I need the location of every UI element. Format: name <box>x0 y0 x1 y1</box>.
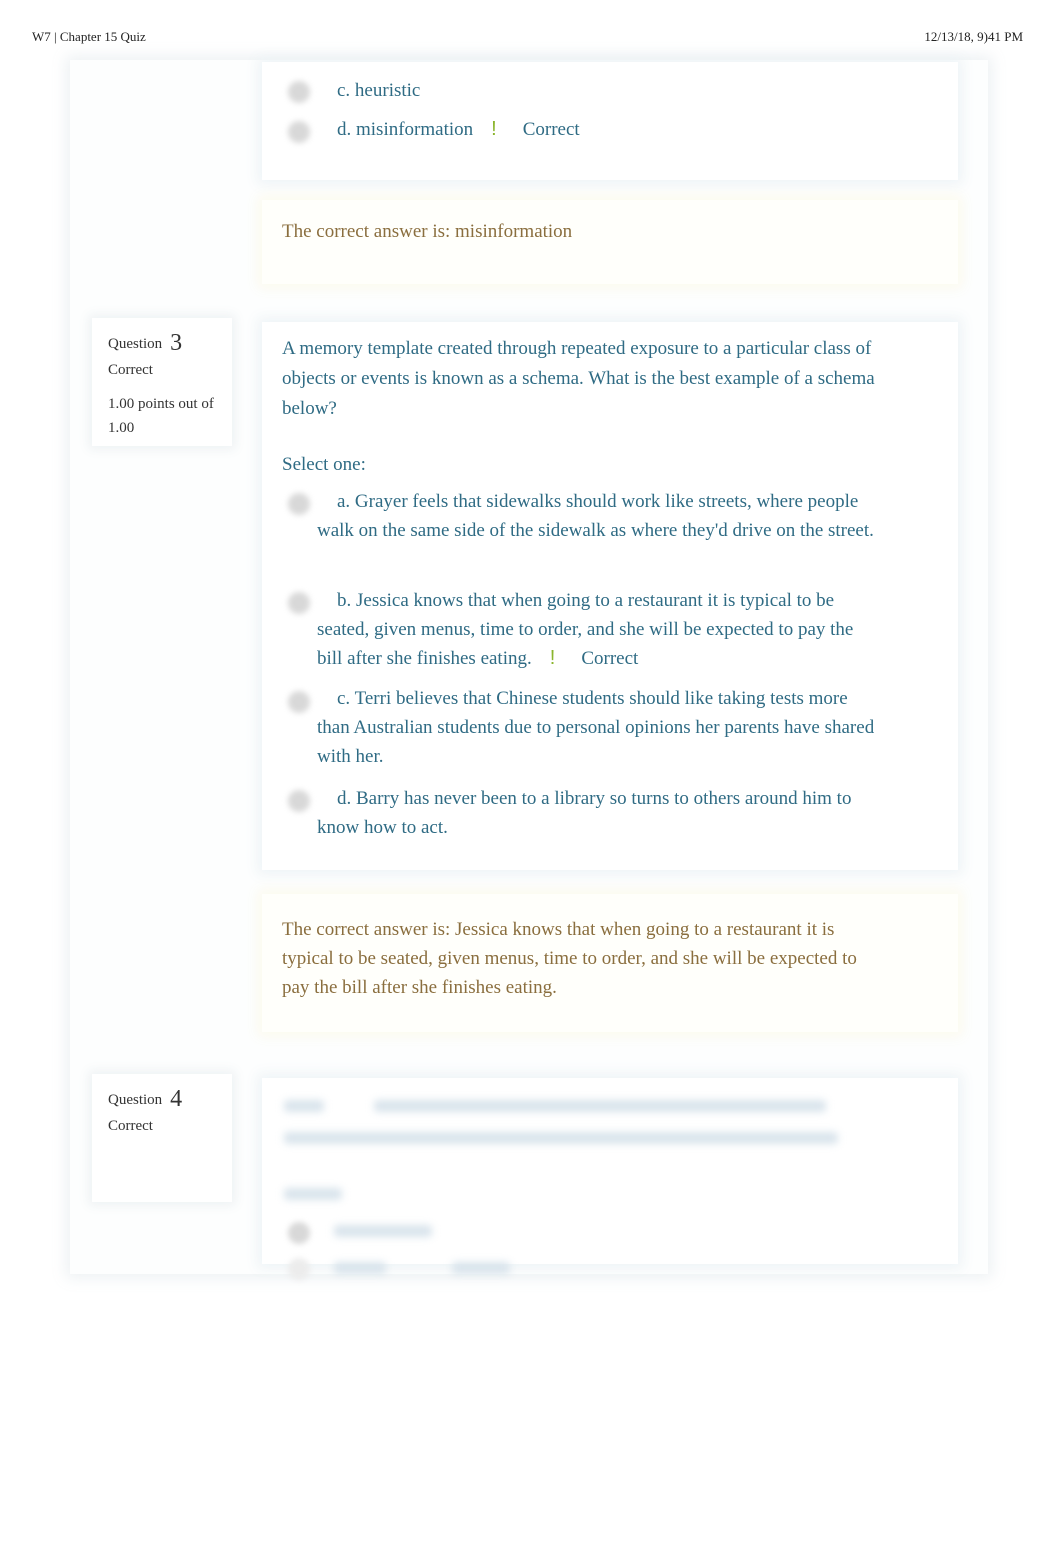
question-text: A memory template created through repeat… <box>282 338 875 419</box>
blurred-question-text <box>284 1132 838 1144</box>
question-state: Correct <box>108 1118 153 1134</box>
question-word: Question <box>108 1092 163 1108</box>
question-state: Correct <box>108 362 153 378</box>
document-title: W7 | Chapter 15 Quiz <box>32 29 146 44</box>
answer-option-selected[interactable]: d. misinformation! Correct <box>337 115 897 144</box>
question-3-feedback: The correct answer is: Jessica knows tha… <box>262 894 958 1032</box>
question-number: 4 <box>170 1086 183 1112</box>
blurred-select-prompt <box>284 1188 342 1200</box>
question-3-info: Question 3 Correct 1.00 points out of 1.0… <box>92 318 232 446</box>
radio-option-c[interactable] <box>288 81 310 103</box>
select-one-prompt: Select one: <box>282 454 366 475</box>
radio-option-a[interactable] <box>288 1222 310 1244</box>
blurred-question-text <box>284 1100 324 1112</box>
question-label: Question 4 <box>108 1086 182 1113</box>
radio-option-b[interactable] <box>288 1258 310 1280</box>
option-label: d. Barry has never been to a library so … <box>317 788 852 838</box>
option-label: d. misinformation <box>337 119 474 140</box>
radio-option-d[interactable] <box>288 790 310 812</box>
answer-option[interactable]: a. Grayer feels that sidewalks should wo… <box>317 487 877 545</box>
question-word: Question <box>108 336 163 352</box>
answer-option[interactable]: c. heuristic <box>337 76 897 105</box>
answer-option-selected[interactable]: b. Jessica knows that when going to a re… <box>317 586 877 673</box>
radio-option-a[interactable] <box>288 493 310 515</box>
blurred-option <box>334 1262 386 1274</box>
correct-mark-icon: ! <box>491 118 497 140</box>
radio-option-c[interactable] <box>288 691 310 713</box>
answer-option[interactable]: d. Barry has never been to a library so … <box>317 784 877 842</box>
question-4-formulation <box>262 1078 958 1280</box>
option-label: a. Grayer feels that sidewalks should wo… <box>317 491 874 541</box>
correct-mark-icon: ! <box>549 647 556 669</box>
question-2-formulation: c. heuristic d. misinformation! Correct <box>262 62 958 180</box>
radio-option-b[interactable] <box>288 592 310 614</box>
correct-status: Correct <box>581 648 639 669</box>
blurred-question-text <box>374 1100 826 1112</box>
question-label: Question 3 <box>108 330 182 357</box>
correct-answer-text: The correct answer is: misinformation <box>282 221 573 242</box>
blurred-correct-status <box>452 1262 510 1274</box>
radio-option-d[interactable] <box>288 121 310 143</box>
correct-answer-text: The correct answer is: Jessica knows tha… <box>282 919 857 998</box>
correct-status: Correct <box>522 119 580 140</box>
print-header: W7 | Chapter 15 Quiz 12/13/18, 9)41 PM <box>0 29 1062 45</box>
question-3-formulation: A memory template created through repeat… <box>262 322 958 870</box>
print-timestamp: 12/13/18, 9)41 PM <box>924 29 1023 44</box>
option-label: c. heuristic <box>337 80 421 101</box>
question-number: 3 <box>170 330 183 356</box>
option-label: c. Terri believes that Chinese students … <box>317 688 875 767</box>
question-2-feedback: The correct answer is: misinformation <box>262 200 958 284</box>
question-grade: 1.00 points out of 1.00 <box>108 396 214 436</box>
blurred-option <box>334 1225 432 1237</box>
question-4-info: Question 4 Correct <box>92 1074 232 1202</box>
answer-option[interactable]: c. Terri believes that Chinese students … <box>317 684 877 771</box>
